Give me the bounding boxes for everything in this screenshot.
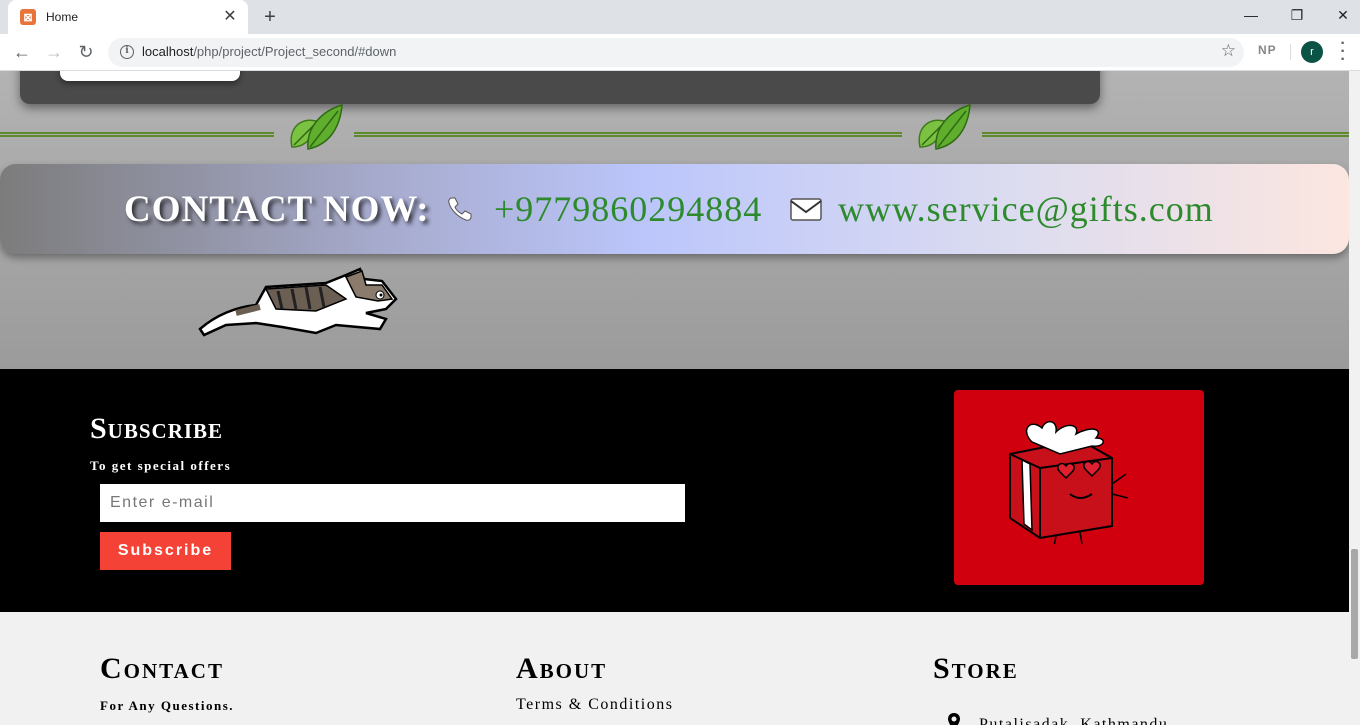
minimize-window-icon[interactable]: — <box>1238 4 1264 26</box>
store-address: Putalisadak, Kathmandu <box>979 716 1169 725</box>
url-host: localhost <box>142 44 194 59</box>
gift-box-image <box>954 390 1204 585</box>
reload-icon[interactable]: ↻ <box>74 40 98 64</box>
restore-window-icon[interactable]: ❐ <box>1284 4 1310 26</box>
contact-phone[interactable]: +9779860294884 <box>494 188 762 230</box>
divider-line <box>982 132 1349 137</box>
scrollbar-thumb[interactable] <box>1351 549 1358 659</box>
subscribe-section: Subscribe To get special offers Subscrib… <box>0 369 1349 612</box>
contact-email[interactable]: www.service@gifts.com <box>838 188 1214 230</box>
footer-about-column: About Terms & Conditions <box>516 652 673 714</box>
xampp-favicon-icon: ⊠ <box>20 9 36 25</box>
forward-arrow-icon[interactable]: → <box>42 40 66 64</box>
upper-section: CONTACT NOW: +9779860294884 www.service@… <box>0 71 1349 369</box>
contact-now-banner: CONTACT NOW: +9779860294884 www.service@… <box>0 164 1349 254</box>
terms-link[interactable]: Terms & Conditions <box>516 696 673 714</box>
new-tab-icon[interactable]: + <box>258 6 282 28</box>
browser-tabstrip: ⊠ Home ✕ + — ❐ ✕ <box>0 0 1360 34</box>
footer-contact-subtitle: For Any Questions. <box>100 698 235 713</box>
browser-toolbar: ← → ↻ i localhost/php/project/Project_se… <box>0 34 1360 71</box>
contact-now-label: CONTACT NOW: <box>124 189 430 230</box>
close-tab-icon[interactable]: ✕ <box>222 9 238 25</box>
phone-icon <box>448 197 472 221</box>
close-window-icon[interactable]: ✕ <box>1330 4 1356 26</box>
footer-store-title: Store <box>933 652 1019 685</box>
url-path: /php/project/Project_second/#down <box>193 44 397 59</box>
tab-title: Home <box>46 10 79 24</box>
menu-kebab-icon[interactable]: · · · <box>1338 36 1348 68</box>
np-extension-icon[interactable]: NP <box>1258 43 1277 57</box>
back-arrow-icon[interactable]: ← <box>10 40 34 64</box>
email-input[interactable] <box>100 484 685 522</box>
url-text[interactable]: localhost/php/project/Project_second/#do… <box>142 44 396 59</box>
footer-section: Contact For Any Questions. About Terms &… <box>0 612 1349 725</box>
footer-contact-title: Contact <box>100 652 224 685</box>
leaf-icon <box>290 103 343 150</box>
page-scrollbar[interactable] <box>1349 71 1360 725</box>
leaf-icon <box>918 103 971 150</box>
product-image[interactable] <box>60 71 240 81</box>
footer-contact-column: Contact For Any Questions. <box>100 652 234 714</box>
bookmark-star-icon[interactable]: ☆ <box>1221 41 1236 61</box>
divider-line <box>0 132 274 137</box>
running-cat-image <box>198 267 398 337</box>
subscribe-description: To get special offers <box>90 458 232 473</box>
site-info-icon[interactable]: i <box>120 45 134 59</box>
envelope-icon <box>790 198 822 221</box>
gift-character-icon <box>1009 420 1129 544</box>
profile-avatar[interactable]: r <box>1301 41 1323 63</box>
map-pin-icon <box>948 713 960 725</box>
footer-store-column: Store Putalisadak, Kathmandu <box>933 652 1167 725</box>
browser-tab[interactable]: ⊠ Home ✕ <box>8 0 248 34</box>
page-viewport: CONTACT NOW: +9779860294884 www.service@… <box>0 71 1349 725</box>
address-bar[interactable]: i localhost/php/project/Project_second/#… <box>108 38 1244 67</box>
subscribe-heading: Subscribe <box>90 412 224 445</box>
footer-about-title: About <box>516 652 608 685</box>
divider-line <box>354 132 902 137</box>
product-card <box>20 71 1100 104</box>
subscribe-button[interactable]: Subscribe <box>100 532 231 570</box>
toolbar-divider <box>1290 44 1291 60</box>
